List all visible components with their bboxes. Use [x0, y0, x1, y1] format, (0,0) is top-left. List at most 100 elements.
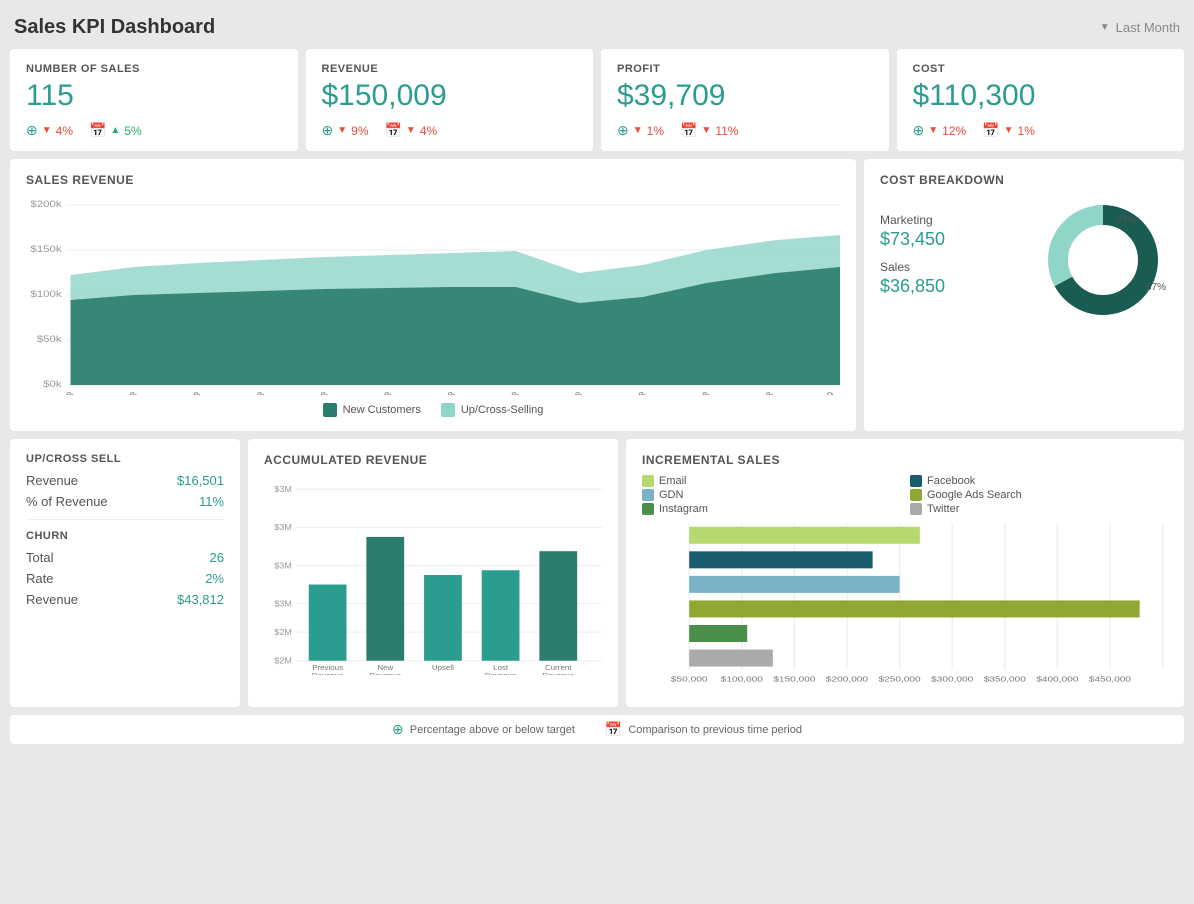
svg-text:$300,000: $300,000: [931, 675, 973, 683]
churn-title: CHURN: [26, 530, 224, 542]
kpi-label-revenue: REVENUE: [322, 63, 578, 75]
accumulated-revenue-chart: $3M $3M $3M $3M $2M $2M: [264, 475, 602, 675]
svg-text:$450,000: $450,000: [1089, 675, 1131, 683]
svg-text:$0k: $0k: [43, 380, 62, 390]
legend-box-google-ads: [910, 489, 922, 501]
footer-calendar-legend: 📅 Comparison to previous time period: [605, 721, 802, 738]
svg-text:Revenue: Revenue: [369, 671, 401, 675]
legend-label-upcross: Up/Cross-Selling: [461, 404, 544, 416]
svg-text:$150k: $150k: [30, 245, 62, 255]
kpi-card-profit: PROFIT $39,709 ⊕ ▼ 1% 📅 ▼ 11%: [601, 49, 889, 151]
svg-text:May 2018: May 2018: [291, 390, 330, 395]
bottom-row: UP/CROSS SELL Revenue $16,501 % of Reven…: [10, 439, 1184, 707]
legend-box-email: [642, 475, 654, 487]
svg-text:$2M: $2M: [274, 627, 291, 637]
target-icon: ⊕: [617, 122, 629, 139]
kpi-metric-target-value-revenue: 9%: [351, 124, 368, 138]
kpi-metric-target-value-cost: 12%: [942, 124, 966, 138]
svg-text:33%: 33%: [1116, 215, 1136, 226]
page-title: Sales KPI Dashboard: [14, 16, 215, 39]
svg-text:Revenue: Revenue: [312, 671, 344, 675]
kpi-metric-cal-profit: 📅 ▼ 11%: [680, 122, 738, 139]
kpi-metric-target-value-sales: 4%: [56, 124, 73, 138]
footer-calendar-label: Comparison to previous time period: [628, 724, 802, 736]
svg-text:$2M: $2M: [274, 656, 291, 666]
svg-text:$250,000: $250,000: [879, 675, 921, 683]
arrow-down-icon: ▼: [1004, 125, 1014, 136]
kpi-card-cost: COST $110,300 ⊕ ▼ 12% 📅 ▼ 1%: [897, 49, 1185, 151]
mid-row: SALES REVENUE $200k $150k $100k $50k $0k: [10, 159, 1184, 431]
svg-text:January 2019: January 2019: [785, 390, 836, 395]
svg-text:March 2018: March 2018: [157, 390, 203, 395]
svg-text:July 2018: July 2018: [419, 390, 458, 395]
cost-breakdown-area: Marketing $73,450 Sales $36,850: [880, 195, 1168, 325]
svg-text:September 2018: September 2018: [524, 390, 585, 395]
sales-revenue-title: SALES REVENUE: [26, 173, 840, 187]
svg-text:August 2018: August 2018: [473, 390, 521, 395]
kpi-label-profit: PROFIT: [617, 63, 873, 75]
cost-label-sales: Sales $36,850: [880, 260, 1028, 297]
svg-text:April 2018: April 2018: [226, 390, 266, 395]
svg-text:$150,000: $150,000: [773, 675, 815, 683]
upcross-title: UP/CROSS SELL: [26, 453, 224, 465]
arrow-down-icon: ▼: [928, 125, 938, 136]
calendar-icon: 📅: [982, 122, 999, 139]
kpi-metric-target-revenue: ⊕ ▼ 9%: [322, 122, 369, 139]
accumulated-revenue-title: ACCUMULATED REVENUE: [264, 453, 602, 467]
churn-value-rate: 2%: [205, 571, 224, 586]
kpi-metric-cal-sales: 📅 ▲ 5%: [89, 122, 142, 139]
legend-box-gdn: [642, 489, 654, 501]
churn-row-rate: Rate 2%: [26, 571, 224, 586]
kpi-metric-target-profit: ⊕ ▼ 1%: [617, 122, 664, 139]
svg-text:Upsell: Upsell: [432, 663, 454, 672]
cost-label-marketing: Marketing $73,450: [880, 213, 1028, 250]
arrow-down-icon: ▼: [406, 125, 416, 136]
sell-row-pct: % of Revenue 11%: [26, 494, 224, 509]
churn-label-total: Total: [26, 550, 53, 565]
kpi-value-cost: $110,300: [913, 79, 1169, 112]
sell-row-revenue: Revenue $16,501: [26, 473, 224, 488]
footer-target-legend: ⊕ Percentage above or below target: [392, 721, 575, 738]
svg-text:$50k: $50k: [37, 335, 63, 345]
calendar-icon: 📅: [680, 122, 697, 139]
calendar-icon: 📅: [605, 721, 622, 738]
kpi-metrics-profit: ⊕ ▼ 1% 📅 ▼ 11%: [617, 122, 873, 139]
filter-control[interactable]: ▼ Last Month: [1100, 20, 1180, 35]
legend-box-new-customers: [323, 403, 337, 417]
calendar-icon: 📅: [89, 122, 106, 139]
kpi-metric-cal-value-revenue: 4%: [420, 124, 437, 138]
sell-label-pct: % of Revenue: [26, 494, 108, 509]
svg-text:$100,000: $100,000: [721, 675, 763, 683]
svg-text:November 2018: November 2018: [653, 390, 712, 395]
svg-text:$200,000: $200,000: [826, 675, 868, 683]
kpi-metric-cal-value-sales: 5%: [124, 124, 141, 138]
legend-label-gdn: GDN: [659, 489, 683, 501]
svg-text:$350,000: $350,000: [984, 675, 1026, 683]
legend-twitter: Twitter: [910, 503, 1168, 515]
kpi-metric-cal-value-cost: 1%: [1018, 124, 1035, 138]
legend-label-instagram: Instagram: [659, 503, 708, 515]
target-icon: ⊕: [322, 122, 334, 139]
legend-facebook: Facebook: [910, 475, 1168, 487]
legend-email: Email: [642, 475, 900, 487]
kpi-metrics-cost: ⊕ ▼ 12% 📅 ▼ 1%: [913, 122, 1169, 139]
arrow-down-icon: ▼: [337, 125, 347, 136]
sell-value-revenue: $16,501: [177, 473, 224, 488]
calendar-icon: 📅: [384, 122, 401, 139]
svg-text:$400,000: $400,000: [1036, 675, 1078, 683]
cost-name-sales: Sales: [880, 260, 1028, 274]
cost-breakdown-card: COST BREAKDOWN Marketing $73,450 Sales $…: [864, 159, 1184, 431]
incremental-sales-chart: $50,000 $100,000 $150,000 $200,000 $250,…: [642, 523, 1168, 693]
cost-breakdown-title: COST BREAKDOWN: [880, 173, 1168, 187]
incremental-sales-legend: Email Facebook GDN Google Ads Search Ins…: [642, 475, 1168, 515]
accumulated-revenue-card: ACCUMULATED REVENUE $3M $3M $3M $3M $2M …: [248, 439, 618, 707]
cost-name-marketing: Marketing: [880, 213, 1028, 227]
target-icon: ⊕: [392, 721, 404, 738]
svg-text:Revenue: Revenue: [542, 671, 574, 675]
kpi-value-profit: $39,709: [617, 79, 873, 112]
svg-text:June 2018: June 2018: [352, 390, 393, 395]
footer: ⊕ Percentage above or below target 📅 Com…: [10, 715, 1184, 744]
incremental-sales-card: INCREMENTAL SALES Email Facebook GDN Goo…: [626, 439, 1184, 707]
kpi-metrics-sales: ⊕ ▼ 4% 📅 ▲ 5%: [26, 122, 282, 139]
churn-value-revenue: $43,812: [177, 592, 224, 607]
